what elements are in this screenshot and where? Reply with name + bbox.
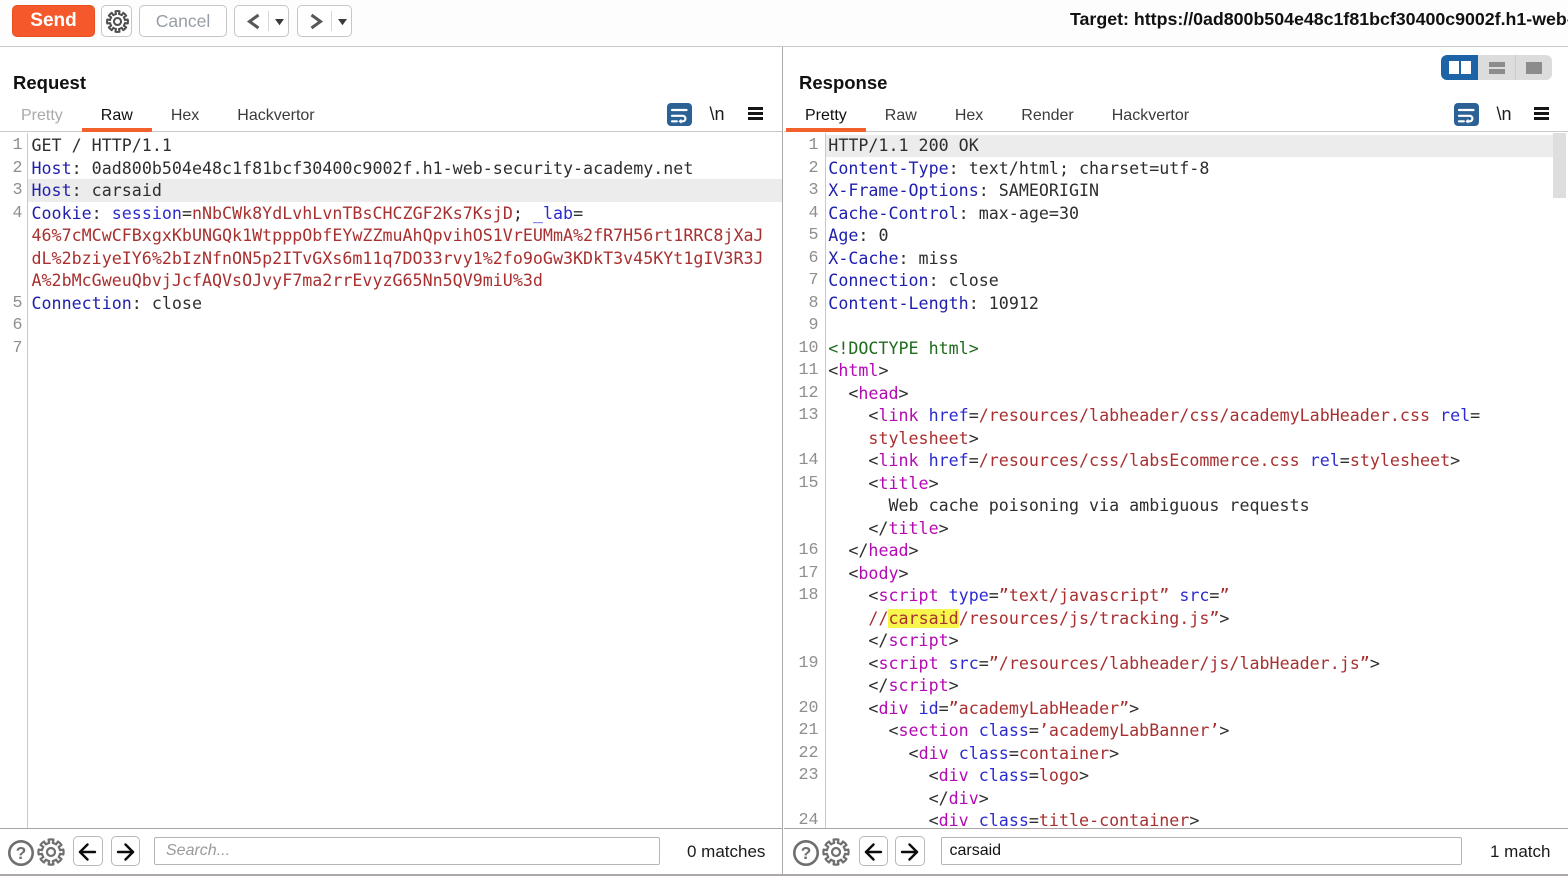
svg-text:?: ?	[801, 843, 812, 863]
svg-text:?: ?	[16, 843, 27, 863]
